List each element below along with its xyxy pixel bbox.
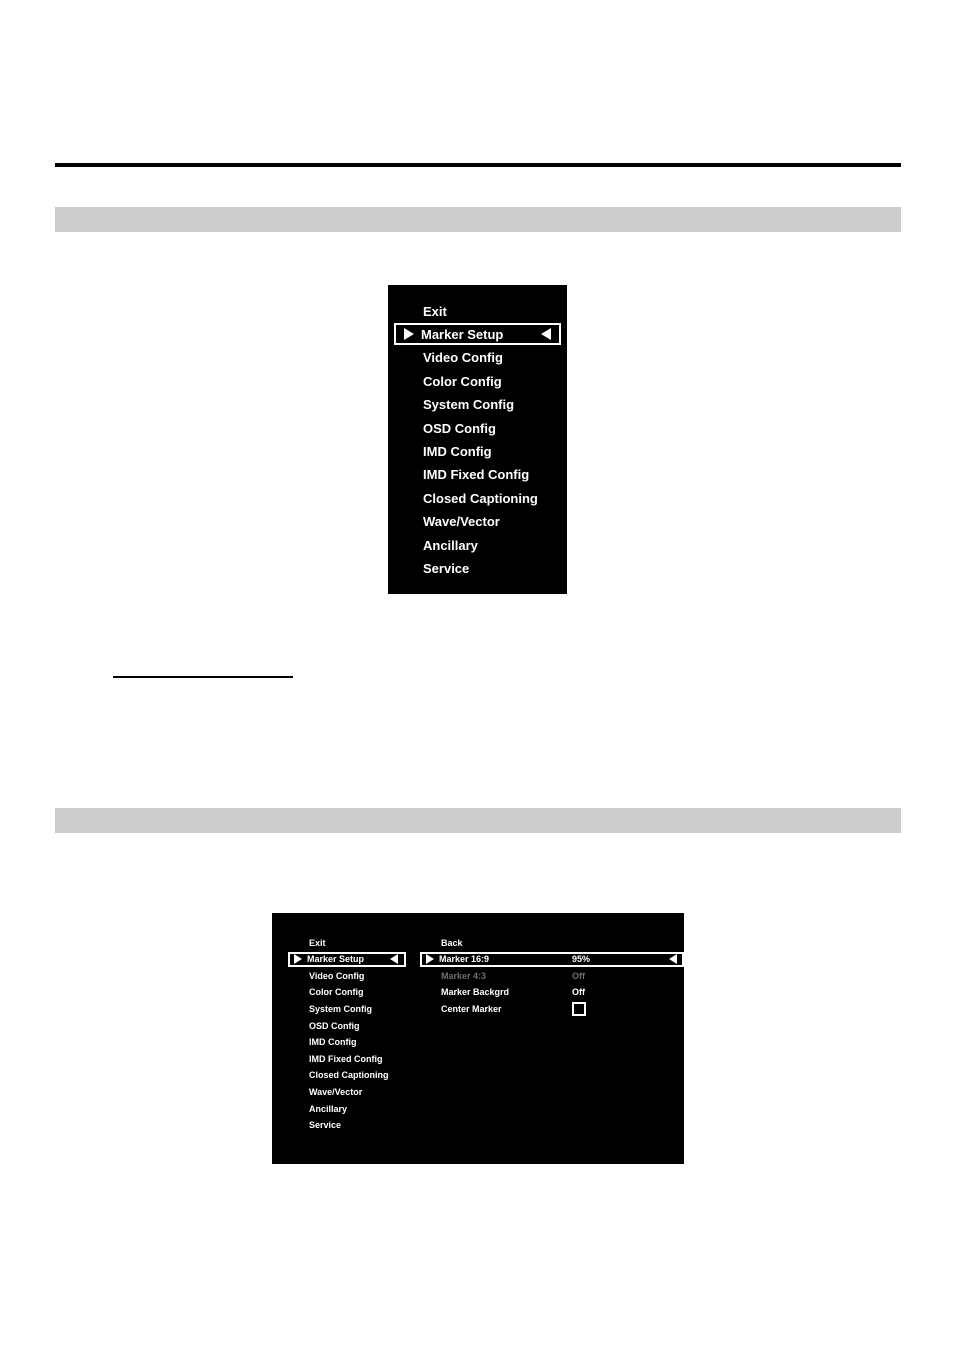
- marker-right-item-label: Marker 4:3: [441, 970, 487, 981]
- marker-right-item-value: Off: [572, 987, 585, 998]
- main-menu-item-label: OSD Config: [423, 420, 496, 436]
- marker-left-item-wave-vector[interactable]: Wave/Vector: [290, 1084, 404, 1099]
- marker-right-item-label: Marker 16:9: [439, 954, 490, 965]
- section-bar-upper: [55, 207, 901, 232]
- main-menu-item-label: IMD Fixed Config: [423, 467, 530, 483]
- main-menu-item-ancillary[interactable]: Ancillary: [396, 534, 559, 556]
- marker-right-item-marker-backgrd[interactable]: Marker Backgrd Off: [422, 985, 666, 1000]
- triangle-right-icon: [404, 328, 414, 341]
- marker-right-item-value: 95%: [572, 954, 591, 965]
- main-menu-item-exit[interactable]: Exit: [396, 300, 559, 322]
- marker-right-item-label: Center Marker: [441, 1003, 502, 1014]
- text-underline-rule: [113, 676, 293, 678]
- marker-left-item-label: Service: [309, 1120, 342, 1131]
- marker-left-item-label: Video Config: [309, 970, 365, 981]
- triangle-right-icon: [294, 954, 302, 965]
- marker-right-item-label: Back: [441, 937, 463, 948]
- marker-left-item-label: Closed Captioning: [309, 1070, 389, 1081]
- marker-left-item-ancillary[interactable]: Ancillary: [290, 1101, 404, 1116]
- triangle-right-icon: [426, 954, 434, 965]
- main-menu-item-osd-config[interactable]: OSD Config: [396, 417, 559, 439]
- section-bar-lower: [55, 808, 901, 833]
- triangle-left-icon: [541, 328, 551, 341]
- main-menu-item-imd-config[interactable]: IMD Config: [396, 440, 559, 462]
- header-rule: [55, 163, 901, 167]
- marker-left-item-label: IMD Config: [309, 1037, 357, 1048]
- main-menu-item-system-config[interactable]: System Config: [396, 394, 559, 416]
- marker-right-item-marker-16-9[interactable]: Marker 16:9 95%: [420, 951, 684, 967]
- marker-left-item-label: Ancillary: [309, 1103, 348, 1114]
- marker-left-item-label: Color Config: [309, 987, 364, 998]
- checkbox-icon[interactable]: [572, 1001, 586, 1016]
- main-menu-item-label: Ancillary: [423, 537, 478, 553]
- main-menu-item-imd-fixed-config[interactable]: IMD Fixed Config: [396, 464, 559, 486]
- main-menu-item-video-config[interactable]: Video Config: [396, 347, 559, 369]
- main-menu-item-label: System Config: [423, 397, 515, 413]
- marker-left-item-exit[interactable]: Exit: [290, 935, 404, 950]
- main-menu-item-label: Closed Captioning: [423, 490, 538, 506]
- main-menu-item-label: Video Config: [423, 350, 503, 366]
- marker-left-item-label: IMD Fixed Config: [309, 1053, 383, 1064]
- marker-left-item-system-config[interactable]: System Config: [290, 1001, 404, 1016]
- marker-left-item-closed-captioning[interactable]: Closed Captioning: [290, 1068, 404, 1083]
- main-menu-item-label: Color Config: [423, 373, 502, 389]
- main-menu-item-label: Exit: [423, 303, 447, 319]
- marker-left-item-label: OSD Config: [309, 1020, 360, 1031]
- main-menu-item-label: Wave/Vector: [423, 514, 500, 530]
- marker-left-item-label: Wave/Vector: [309, 1086, 363, 1097]
- main-menu-item-color-config[interactable]: Color Config: [396, 370, 559, 392]
- triangle-left-icon: [390, 954, 398, 965]
- marker-left-item-label: Exit: [309, 937, 326, 948]
- marker-right-item-marker-4-3[interactable]: Marker 4:3 Off: [422, 968, 666, 983]
- marker-left-item-imd-fixed-config[interactable]: IMD Fixed Config: [290, 1051, 404, 1066]
- marker-left-item-osd-config[interactable]: OSD Config: [290, 1018, 404, 1033]
- main-menu-item-marker-setup[interactable]: Marker Setup: [394, 323, 561, 346]
- main-menu-item-label: IMD Config: [423, 443, 492, 459]
- osd-marker-setup-menu[interactable]: Exit Marker Setup Video Config Color Config…: [272, 913, 684, 1164]
- marker-left-item-marker-setup[interactable]: Marker Setup: [288, 951, 406, 967]
- osd-main-menu[interactable]: Exit Marker Setup Video Config Color Config…: [388, 285, 567, 594]
- main-menu-item-closed-captioning[interactable]: Closed Captioning: [396, 487, 559, 509]
- marker-right-item-label: Marker Backgrd: [441, 987, 510, 998]
- marker-left-item-label: Marker Setup: [307, 954, 365, 965]
- marker-right-item-center-marker[interactable]: Center Marker: [422, 1001, 666, 1016]
- marker-right-item-value: Off: [572, 970, 585, 981]
- marker-left-item-label: System Config: [309, 1003, 373, 1014]
- marker-left-item-video-config[interactable]: Video Config: [290, 968, 404, 983]
- main-menu-item-service[interactable]: Service: [396, 557, 559, 579]
- marker-left-item-imd-config[interactable]: IMD Config: [290, 1035, 404, 1050]
- main-menu-item-wave-vector[interactable]: Wave/Vector: [396, 511, 559, 533]
- main-menu-item-label: Marker Setup: [421, 326, 504, 342]
- marker-right-item-back[interactable]: Back: [422, 935, 666, 950]
- triangle-left-icon: [669, 954, 677, 965]
- marker-left-item-color-config[interactable]: Color Config: [290, 985, 404, 1000]
- main-menu-item-label: Service: [423, 560, 470, 576]
- marker-left-item-service[interactable]: Service: [290, 1118, 404, 1133]
